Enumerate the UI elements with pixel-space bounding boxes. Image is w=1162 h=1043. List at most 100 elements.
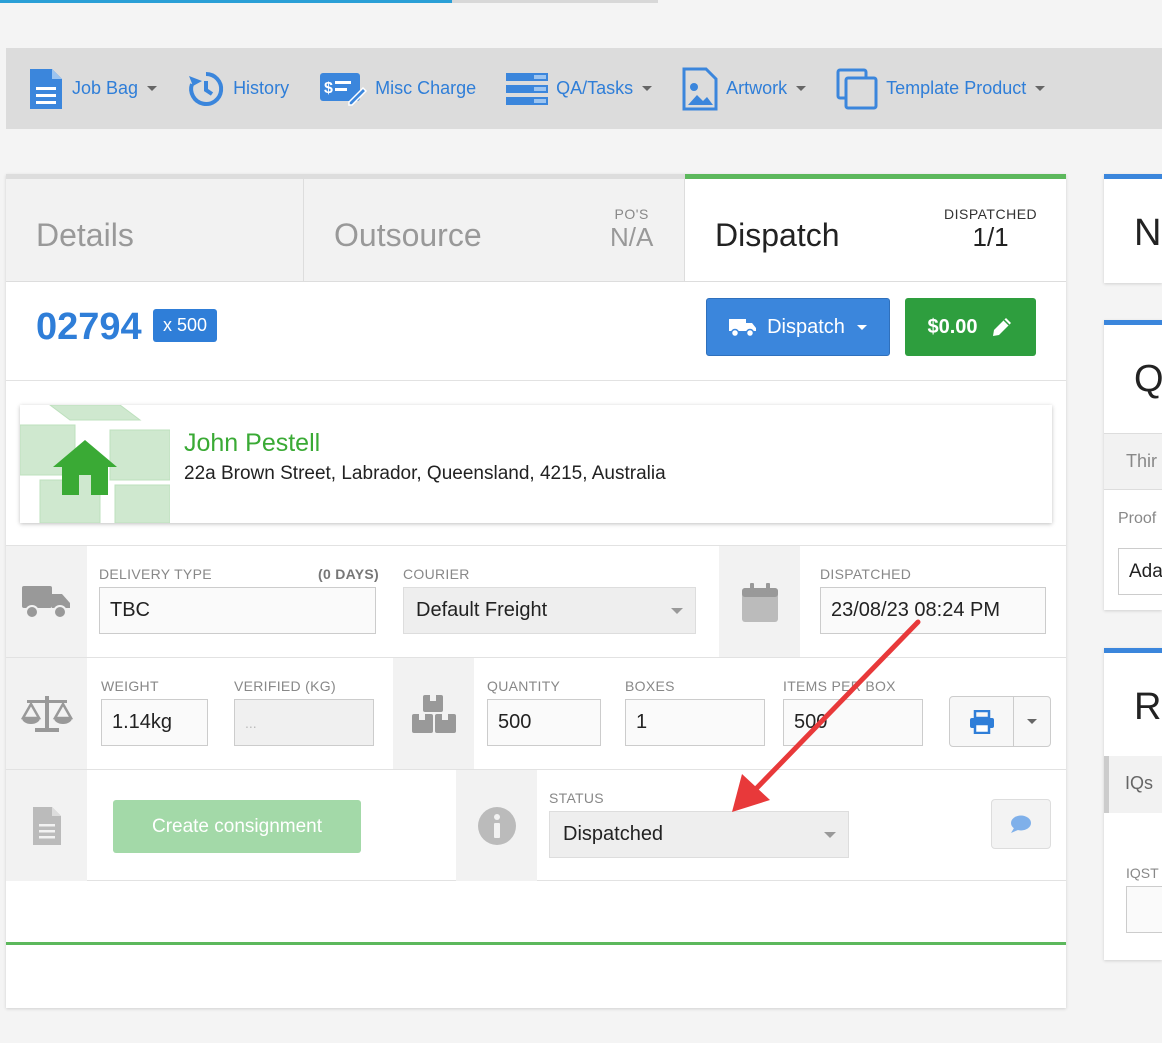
scale-icon [20, 695, 73, 732]
toolbar-label: Misc Charge [375, 78, 477, 98]
card-tab-bar: Thir [1104, 433, 1162, 490]
po-count: PO'S N/A [610, 206, 653, 253]
tab-details[interactable]: Details [6, 174, 304, 281]
items-per-box-label: ITEMS PER BOX [783, 678, 896, 694]
card-field-input[interactable] [1126, 886, 1162, 933]
courier-label: COURIER [403, 566, 470, 582]
price-button[interactable]: $0.00 [905, 298, 1036, 356]
consignment-row: Create consignment STATUS Dispatched [6, 769, 1066, 881]
tab-dispatch[interactable]: Dispatch DISPATCHED 1/1 [685, 174, 1066, 281]
delivery-row: DELIVERY TYPE (0 DAYS) TBC COURIER Defau… [6, 545, 1066, 657]
chevron-down-icon [796, 86, 807, 91]
scale-icon-cell [6, 658, 87, 769]
card-field-value: Ada [1129, 561, 1162, 582]
package-row: WEIGHT 1.14kg VERIFIED (KG) ... QUANTITY… [6, 657, 1066, 769]
toolbar-history[interactable]: History [187, 70, 289, 108]
card-field-input[interactable]: Ada [1118, 548, 1162, 595]
card-tab-bar: IQs [1104, 756, 1162, 813]
boxes-field[interactable]: 1 [625, 699, 765, 746]
delivery-type-label: DELIVERY TYPE [99, 566, 212, 582]
doc-icon-cell [6, 770, 87, 881]
toolbar-qa-tasks[interactable]: QA/Tasks [506, 71, 653, 107]
toolbar-misc-charge[interactable]: $ Misc Charge [319, 72, 476, 106]
info-icon [477, 806, 516, 845]
right-card-r: R IQs IQST [1104, 648, 1162, 960]
svg-text:$: $ [324, 80, 333, 97]
boxes-icon-cell [393, 658, 474, 769]
job-header: 02794 x 500 Dispatch $0.00 [6, 282, 1066, 381]
toolbar-label: Artwork [726, 78, 788, 98]
recipient-address: 22a Brown Street, Labrador, Queensland, … [184, 463, 666, 484]
misc-charge-icon: $ [320, 72, 368, 106]
delivery-days-label: (0 DAYS) [318, 566, 380, 582]
image-icon [682, 67, 718, 110]
verified-weight-field[interactable]: ... [234, 699, 374, 746]
price-label: $0.00 [927, 315, 978, 338]
truck-icon [21, 585, 70, 619]
verified-label: VERIFIED (KG) [234, 678, 336, 694]
top-progress-line-rest [452, 0, 658, 3]
delivery-type-field[interactable]: TBC [99, 587, 376, 634]
delivery-address-card: John Pestell 22a Brown Street, Labrador,… [20, 405, 1052, 523]
recipient-name: John Pestell [184, 429, 321, 457]
print-options-toggle[interactable] [1014, 697, 1050, 746]
pencil-icon [992, 318, 1011, 336]
dispatched-date-label: DISPATCHED [820, 566, 912, 582]
quantity-label: QUANTITY [487, 678, 561, 694]
status-label: STATUS [549, 790, 604, 806]
print-label-button[interactable] [949, 696, 1051, 747]
card-tab[interactable]: IQs [1125, 773, 1153, 794]
tab-title: Dispatch [715, 217, 840, 253]
chevron-down-icon [147, 86, 158, 91]
tab-title: Details [36, 217, 134, 253]
create-consignment-button[interactable]: Create consignment [113, 800, 361, 853]
calendar-icon [741, 582, 778, 622]
courier-select[interactable]: Default Freight [403, 587, 696, 634]
tab-outsource[interactable]: Outsource PO'S N/A [304, 174, 685, 281]
chevron-down-icon [1035, 86, 1046, 91]
weight-label: WEIGHT [101, 678, 159, 694]
quantity-field[interactable]: 500 [487, 699, 601, 746]
toolbar-label: QA/Tasks [556, 78, 634, 98]
card-title: N [1134, 212, 1162, 254]
document-icon [30, 68, 62, 109]
job-toolbar: Job Bag History $ Misc Charge QA/Tasks A… [6, 48, 1162, 129]
toolbar-label: Job Bag [72, 78, 139, 98]
po-label: PO'S [614, 206, 649, 222]
items-per-box-field[interactable]: 500 [783, 699, 923, 746]
weight-field[interactable]: 1.14kg [101, 699, 208, 746]
right-card-notes: N [1104, 174, 1162, 283]
print-button[interactable] [950, 697, 1014, 746]
calendar-icon-cell [719, 546, 800, 657]
dispatched-date-field[interactable]: 23/08/23 08:24 PM [820, 587, 1046, 634]
card-field-label: Proof [1118, 510, 1157, 527]
card-tab[interactable]: Thir [1126, 451, 1157, 472]
chevron-down-icon [642, 86, 653, 91]
tasks-icon [506, 72, 549, 105]
toolbar-artwork[interactable]: Artwork [682, 67, 807, 111]
toolbar-label: Template Product [886, 78, 1027, 98]
history-icon [189, 71, 224, 106]
chevron-down-icon [856, 324, 867, 330]
boxes-label: BOXES [625, 678, 675, 694]
dispatched-value: 1/1 [972, 222, 1009, 252]
printer-icon [969, 709, 994, 734]
info-icon-cell [456, 770, 537, 881]
comment-icon [1011, 815, 1031, 833]
toolbar-template-product[interactable]: Template Product [836, 68, 1046, 110]
card-title: Q [1134, 358, 1162, 400]
chevron-down-icon [1027, 719, 1037, 724]
delivery-icon-cell [6, 546, 87, 657]
toolbar-job-bag[interactable]: Job Bag [28, 67, 158, 111]
comment-button[interactable] [991, 799, 1051, 849]
dispatched-count: DISPATCHED 1/1 [944, 206, 1037, 253]
card-field-label: IQST [1126, 865, 1159, 881]
dispatch-button[interactable]: Dispatch [706, 298, 890, 356]
toolbar-label: History [233, 78, 290, 98]
right-card-quote: Q Thir Proof Ada [1104, 320, 1162, 610]
dispatch-button-label: Dispatch [767, 315, 845, 338]
po-value: N/A [610, 222, 654, 252]
home-icon [20, 405, 170, 523]
status-select[interactable]: Dispatched [549, 811, 849, 858]
boxes-icon [411, 694, 456, 733]
